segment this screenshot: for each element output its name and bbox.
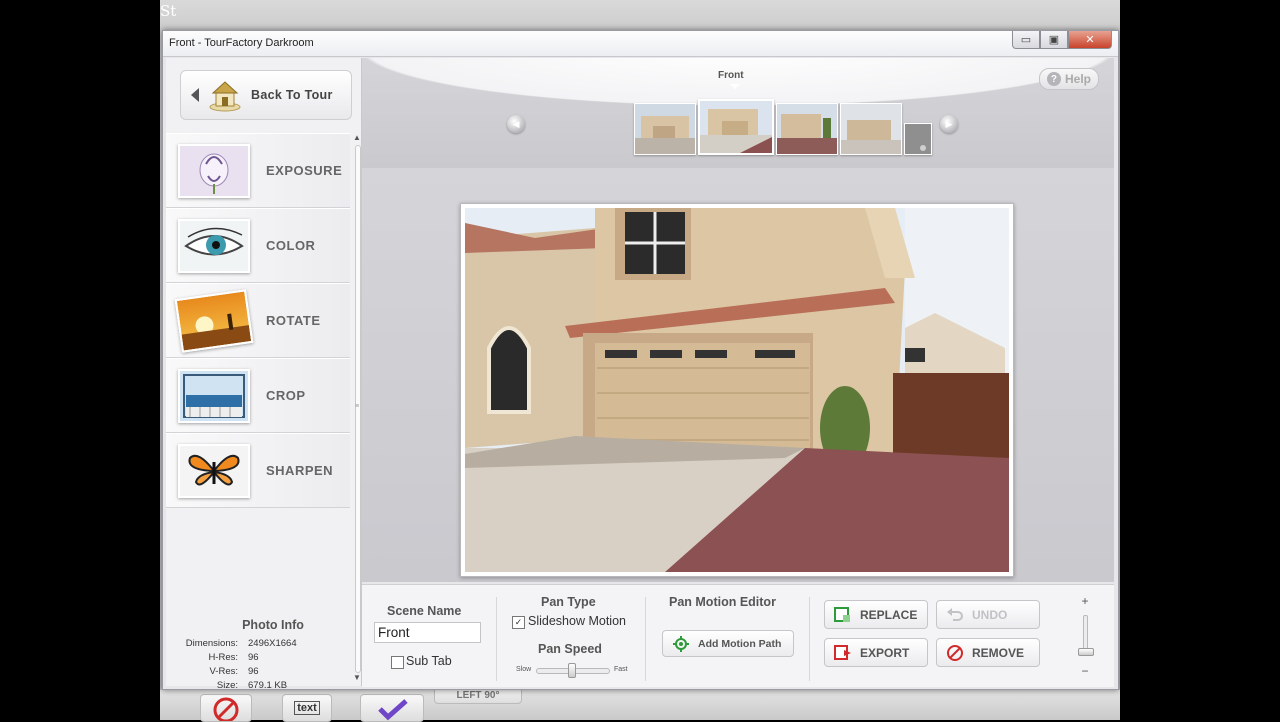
filmstrip-thumbnail[interactable] (776, 103, 838, 155)
pan-type-label: Pan Type (541, 595, 596, 609)
zoom-out-icon[interactable]: − (1078, 665, 1092, 677)
minimize-button[interactable]: ▭ (1012, 31, 1040, 49)
scroll-down-icon[interactable]: ▼ (353, 673, 361, 683)
filmstrip-thumbnail[interactable] (840, 103, 902, 155)
tool-label: EXPOSURE (266, 163, 343, 178)
help-icon: ? (1046, 72, 1061, 86)
photo-viewer: ? Help Front ◀ ▶ (362, 58, 1114, 582)
zoom-slider[interactable]: + − (1078, 593, 1094, 679)
tool-sharpen[interactable]: SHARPEN (166, 433, 350, 508)
sunset-icon (174, 288, 254, 353)
slideshow-motion-checkbox[interactable]: ✓ (512, 616, 525, 629)
back-arrow-icon (191, 88, 199, 102)
pan-motion-editor-label: Pan Motion Editor (669, 595, 776, 609)
scene-name-input[interactable]: Front (374, 622, 481, 643)
back-to-tour-label: Back To Tour (251, 88, 333, 102)
remove-label: REMOVE (972, 645, 1025, 660)
fast-label: Fast (614, 666, 628, 673)
add-motion-path-label: Add Motion Path (698, 637, 782, 650)
undo-button[interactable]: UNDO (936, 600, 1040, 629)
photo-info-row: H-Res: 96 (208, 652, 259, 663)
photo-info: Photo Info Dimensions: 2496X1664 H-Res: 96… (166, 618, 350, 690)
current-scene-pointer-icon (730, 84, 740, 89)
back-to-tour-button[interactable]: Back To Tour (180, 70, 352, 120)
current-scene-label: Front (718, 70, 744, 81)
scene-name-label: Scene Name (387, 604, 462, 618)
replace-label: REPLACE (860, 607, 918, 622)
export-label: EXPORT (860, 645, 910, 660)
darkroom-window: Front - TourFactory Darkroom ▭ ▣ ✕ Back … (162, 30, 1119, 690)
ocean-window-icon (178, 368, 250, 423)
sidebar-scrollbar[interactable]: ▲ ≡ ▼ (353, 133, 361, 683)
tool-color[interactable]: COLOR (166, 208, 350, 283)
add-motion-path-button[interactable]: Add Motion Path (662, 630, 794, 657)
main-photo[interactable] (465, 208, 1009, 572)
flower-icon (178, 143, 250, 198)
tool-exposure[interactable]: EXPOSURE (166, 133, 350, 208)
export-button[interactable]: EXPORT (824, 638, 928, 667)
pan-speed-label: Pan Speed (538, 642, 602, 656)
sub-tab-checkbox[interactable] (391, 656, 404, 669)
remove-button[interactable]: REMOVE (936, 638, 1040, 667)
window-controls: ▭ ▣ ✕ (1012, 31, 1112, 49)
slideshow-motion-label: Slideshow Motion (528, 614, 626, 628)
divider (496, 597, 497, 681)
window-title: Front - TourFactory Darkroom (169, 37, 314, 49)
title-bar: Front - TourFactory Darkroom ▭ ▣ ✕ (163, 31, 1118, 57)
photo-info-row: V-Res: 96 (209, 666, 259, 677)
background-cancel-icon[interactable] (200, 694, 252, 722)
text-icon: text (294, 701, 320, 715)
photo-info-row: Size: 679.1 KB (216, 680, 288, 690)
house-icon (209, 81, 241, 112)
undo-icon (946, 606, 964, 624)
bottom-panel: Scene Name Front Sub Tab Pan Type ✓ Slid… (362, 584, 1114, 687)
next-arrow-icon[interactable]: ▶ (940, 115, 958, 133)
tool-rotate[interactable]: ROTATE (166, 283, 350, 358)
main-photo-frame (460, 203, 1014, 577)
replace-button[interactable]: REPLACE (824, 600, 928, 629)
previous-arrow-icon[interactable]: ◀ (507, 115, 525, 133)
help-label: Help (1064, 72, 1091, 86)
close-button[interactable]: ✕ (1068, 31, 1112, 49)
scroll-up-icon[interactable]: ▲ (353, 133, 361, 143)
undo-label: UNDO (972, 607, 1008, 622)
background-app-title: St (160, 2, 177, 20)
divider (809, 597, 810, 681)
sub-tab-label: Sub Tab (406, 654, 452, 668)
photo-info-row: Dimensions: 2496X1664 (185, 638, 297, 649)
tool-crop[interactable]: CROP (166, 358, 350, 433)
tool-label: CROP (266, 388, 306, 403)
zoom-knob[interactable] (1078, 648, 1094, 656)
tool-label: COLOR (266, 238, 316, 253)
divider (645, 597, 646, 681)
pan-speed-slider[interactable]: Slow Fast (514, 663, 629, 678)
sidebar: Back To Tour EXPOSURE COLOR ROTATE CROP … (166, 58, 362, 689)
photo-info-title: Photo Info (242, 618, 304, 632)
replace-icon (834, 606, 852, 624)
background-text-button[interactable]: text (282, 694, 332, 722)
scroll-grip-icon[interactable]: ≡ (353, 403, 361, 410)
remove-icon (946, 644, 964, 662)
tool-list: EXPOSURE COLOR ROTATE CROP SHARPEN (166, 133, 350, 508)
background-check-icon[interactable] (360, 694, 424, 722)
zoom-in-icon[interactable]: + (1078, 595, 1092, 607)
filmstrip-thumbnail[interactable] (634, 103, 696, 155)
slow-label: Slow (516, 666, 532, 673)
filmstrip (634, 99, 934, 155)
pan-speed-knob[interactable] (568, 663, 576, 678)
export-icon (834, 644, 852, 662)
tool-label: ROTATE (266, 313, 321, 328)
crosshair-icon (672, 635, 690, 653)
eye-icon (178, 218, 250, 273)
tool-label: SHARPEN (266, 463, 334, 478)
maximize-button[interactable]: ▣ (1040, 31, 1068, 49)
butterfly-icon (178, 443, 250, 498)
help-button[interactable]: ? Help (1039, 68, 1099, 90)
filmstrip-thumbnail-active[interactable] (698, 99, 774, 155)
filmstrip-thumbnail[interactable] (904, 123, 932, 155)
